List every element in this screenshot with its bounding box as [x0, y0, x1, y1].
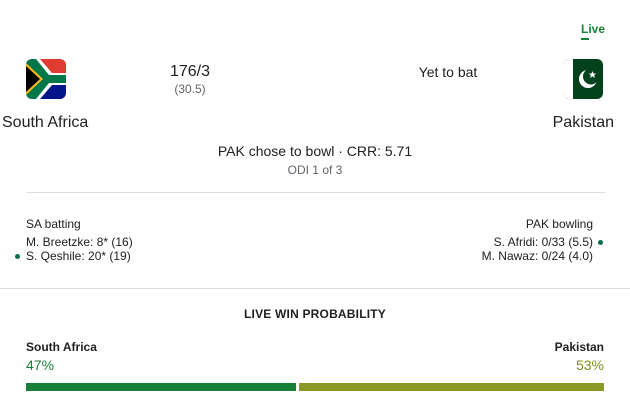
bowler-row: M. Nawaz: 0/24 (4.0): [481, 249, 593, 263]
batting-title: SA batting: [26, 217, 81, 231]
win-probability-title: LIVE WIN PROBABILITY: [244, 307, 386, 321]
divider: [27, 192, 605, 193]
home-team-overs: (30.5): [174, 82, 206, 96]
current-bowler-dot-icon: [598, 240, 603, 245]
pakistan-flag-icon: [563, 59, 603, 99]
home-team-score: 176/3: [169, 63, 211, 80]
batter-row: S. Qeshile: 20* (19): [26, 249, 131, 263]
match-status: PAK chose to bowl · CRR: 5.71: [217, 143, 413, 159]
win-probability-away-fill: [299, 383, 604, 391]
south-africa-flag-icon: [26, 59, 66, 99]
win-probability-home-fill: [26, 383, 296, 391]
bowling-title: PAK bowling: [525, 217, 593, 231]
win-probability-home-name: South Africa: [26, 340, 97, 354]
live-underline: [581, 38, 589, 40]
away-team-status: Yet to bat: [418, 64, 478, 80]
batter-row: M. Breetzke: 8* (16): [26, 235, 133, 249]
live-indicator[interactable]: Live: [581, 22, 605, 36]
on-strike-dot-icon: [15, 254, 20, 259]
win-probability-away-name: Pakistan: [554, 340, 604, 354]
win-probability-away-pct: 53%: [575, 357, 604, 373]
away-team-name[interactable]: Pakistan: [553, 114, 614, 132]
bowler-row: S. Afridi: 0/33 (5.5): [493, 235, 593, 249]
win-probability-bar: [26, 383, 604, 391]
section-divider: [0, 288, 630, 289]
series-info: ODI 1 of 3: [287, 163, 343, 177]
home-team-name[interactable]: South Africa: [2, 114, 88, 132]
win-probability-home-pct: 47%: [26, 357, 55, 373]
